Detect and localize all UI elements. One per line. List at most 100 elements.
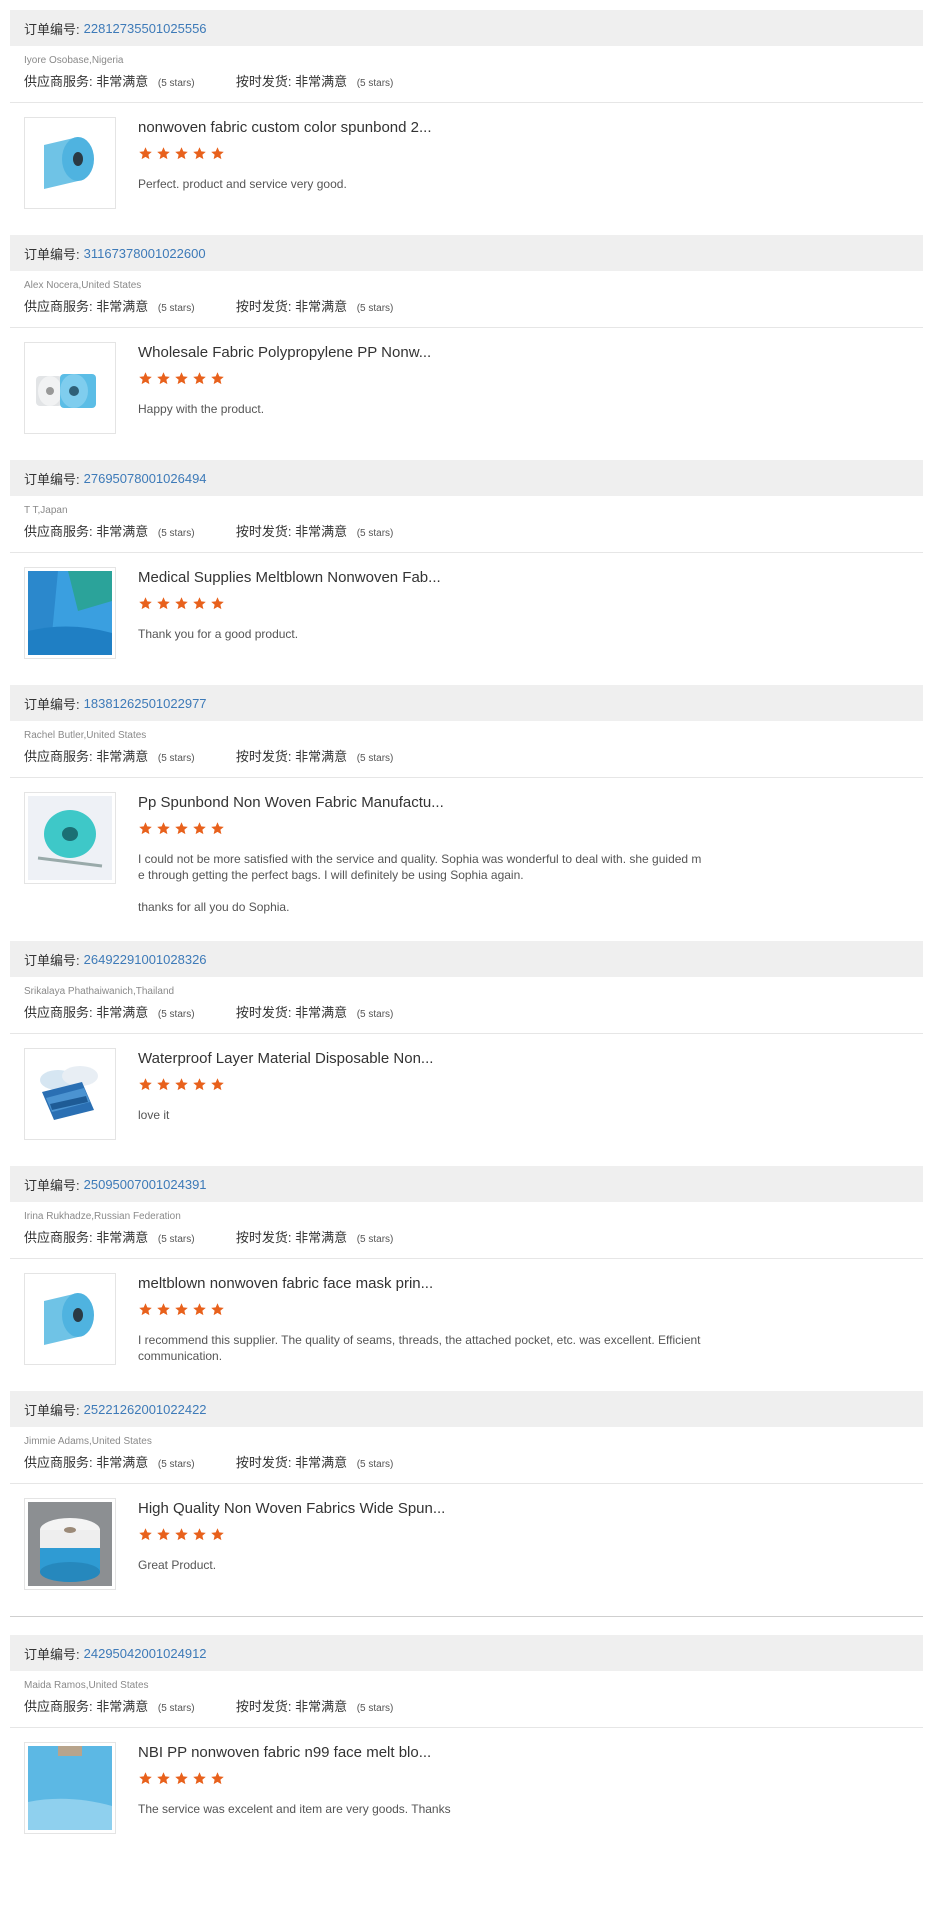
star-icon <box>192 1302 207 1322</box>
buyer-meta: Maida Ramos,United States 供应商服务: 非常满意 (5… <box>10 1671 923 1728</box>
buyer-meta: Irina Rukhadze,Russian Federation 供应商服务:… <box>10 1202 923 1259</box>
review-comment: Perfect. product and service very good. <box>138 177 347 191</box>
supplier-service-label: 供应商服务: <box>24 299 93 314</box>
buyer-meta: T T,Japan 供应商服务: 非常满意 (5 stars) 按时发货: 非常… <box>10 496 923 553</box>
buyer-name-country: Maida Ramos,United States <box>24 1680 149 1691</box>
review-item: 订单编号: 24295042001024912 Maida Ramos,Unit… <box>0 1635 933 1852</box>
ontime-delivery-label: 按时发货: <box>235 74 292 89</box>
supplier-service-label: 供应商服务: <box>24 1230 93 1245</box>
order-number-link[interactable]: 24295042001024912 <box>84 1646 207 1661</box>
product-row: meltblown nonwoven fabric face mask prin… <box>10 1259 923 1383</box>
product-thumbnail[interactable] <box>24 792 116 884</box>
supplier-service-label: 供应商服务: <box>24 1455 93 1470</box>
product-thumbnail[interactable] <box>24 567 116 659</box>
review-comment: Thank you for a good product. <box>138 627 299 641</box>
star-rating <box>138 596 909 616</box>
buyer-name-country: Alex Nocera,United States <box>24 280 142 291</box>
review-item: 订单编号: 26492291001028326 Srikalaya Phatha… <box>0 941 933 1158</box>
supplier-service-label: 供应商服务: <box>24 1699 93 1714</box>
review-item: 订单编号: 25095007001024391 Irina Rukhadze,R… <box>0 1166 933 1383</box>
star-icon <box>192 1077 207 1097</box>
order-header: 订单编号: 25221262001022422 <box>10 1391 923 1427</box>
supplier-service-stars: (5 stars) <box>157 1009 195 1020</box>
product-title-link[interactable]: Waterproof Layer Material Disposable Non… <box>138 1050 909 1067</box>
order-label: 订单编号: <box>24 696 80 712</box>
review-item: 订单编号: 18381262501022977 Rachel Butler,Un… <box>0 685 933 933</box>
order-label: 订单编号: <box>24 246 80 262</box>
order-header: 订单编号: 24295042001024912 <box>10 1635 923 1671</box>
product-title-link[interactable]: Medical Supplies Meltblown Nonwoven Fab.… <box>138 569 909 586</box>
product-title-link[interactable]: Wholesale Fabric Polypropylene PP Nonw..… <box>138 344 909 361</box>
star-icon <box>138 1527 153 1547</box>
product-info: Waterproof Layer Material Disposable Non… <box>138 1048 909 1140</box>
star-icon <box>156 1771 171 1791</box>
star-icon <box>192 821 207 841</box>
product-title-link[interactable]: meltblown nonwoven fabric face mask prin… <box>138 1275 909 1292</box>
order-label: 订单编号: <box>24 21 80 37</box>
order-number-link[interactable]: 26492291001028326 <box>84 952 207 967</box>
product-info: High Quality Non Woven Fabrics Wide Spun… <box>138 1498 909 1590</box>
star-icon <box>192 1527 207 1547</box>
supplier-service-value: 非常满意 <box>96 74 149 89</box>
order-number-link[interactable]: 25095007001024391 <box>84 1177 207 1192</box>
review-comment: The service was excelent and item are ve… <box>138 1802 451 1816</box>
product-info: Medical Supplies Meltblown Nonwoven Fab.… <box>138 567 909 659</box>
product-thumbnail[interactable] <box>24 1498 116 1590</box>
review-item: 订单编号: 27695078001026494 T T,Japan 供应商服务:… <box>0 460 933 677</box>
order-label: 订单编号: <box>24 1646 80 1662</box>
rating-summary: 供应商服务: 非常满意 (5 stars) 按时发货: 非常满意 (5 star… <box>24 71 909 90</box>
ontime-delivery-value: 非常满意 <box>295 749 348 764</box>
product-row: Pp Spunbond Non Woven Fabric Manufactu..… <box>10 778 923 933</box>
order-number-link[interactable]: 18381262501022977 <box>84 696 207 711</box>
ontime-delivery-stars: (5 stars) <box>356 1234 394 1245</box>
buyer-name-country: Srikalaya Phathaiwanich,Thailand <box>24 986 175 997</box>
order-header: 订单编号: 25095007001024391 <box>10 1166 923 1202</box>
rating-summary: 供应商服务: 非常满意 (5 stars) 按时发货: 非常满意 (5 star… <box>24 296 909 315</box>
star-icon <box>138 596 153 616</box>
star-icon <box>174 821 189 841</box>
product-row: NBI PP nonwoven fabric n99 face melt blo… <box>10 1728 923 1852</box>
star-icon <box>210 1527 225 1547</box>
product-thumbnail[interactable] <box>24 1048 116 1140</box>
product-title-link[interactable]: nonwoven fabric custom color spunbond 2.… <box>138 119 909 136</box>
buyer-name-country: Iyore Osobase,Nigeria <box>24 55 124 66</box>
rating-summary: 供应商服务: 非常满意 (5 stars) 按时发货: 非常满意 (5 star… <box>24 746 909 765</box>
product-info: Pp Spunbond Non Woven Fabric Manufactu..… <box>138 792 909 915</box>
buyer-name-country: Irina Rukhadze,Russian Federation <box>24 1211 181 1222</box>
ontime-delivery-label: 按时发货: <box>235 524 292 539</box>
ontime-delivery-label: 按时发货: <box>235 299 292 314</box>
ontime-delivery-label: 按时发货: <box>235 1455 292 1470</box>
star-rating <box>138 821 909 841</box>
product-title-link[interactable]: Pp Spunbond Non Woven Fabric Manufactu..… <box>138 794 909 811</box>
order-label: 订单编号: <box>24 1177 80 1193</box>
order-number-link[interactable]: 31167378001022600 <box>84 246 206 261</box>
rating-summary: 供应商服务: 非常满意 (5 stars) 按时发货: 非常满意 (5 star… <box>24 1227 909 1246</box>
star-icon <box>174 1771 189 1791</box>
star-icon <box>138 371 153 391</box>
review-feed: 订单编号: 22812735501025556 Iyore Osobase,Ni… <box>0 0 933 1852</box>
product-title-link[interactable]: NBI PP nonwoven fabric n99 face melt blo… <box>138 1744 909 1761</box>
product-row: Waterproof Layer Material Disposable Non… <box>10 1034 923 1158</box>
supplier-service-value: 非常满意 <box>96 1230 149 1245</box>
rating-summary: 供应商服务: 非常满意 (5 stars) 按时发货: 非常满意 (5 star… <box>24 521 909 540</box>
supplier-service-label: 供应商服务: <box>24 749 93 764</box>
product-thumbnail[interactable] <box>24 342 116 434</box>
product-thumbnail[interactable] <box>24 1742 116 1834</box>
review-comment: love it <box>138 1108 170 1122</box>
product-thumbnail[interactable] <box>24 1273 116 1365</box>
order-number-link[interactable]: 27695078001026494 <box>84 471 207 486</box>
order-number-link[interactable]: 22812735501025556 <box>84 21 207 36</box>
star-icon <box>174 1527 189 1547</box>
star-icon <box>174 1077 189 1097</box>
star-rating <box>138 146 909 166</box>
review-item: 订单编号: 31167378001022600 Alex Nocera,Unit… <box>0 235 933 452</box>
supplier-service-stars: (5 stars) <box>157 528 195 539</box>
roll-icon <box>30 1279 110 1359</box>
order-header: 订单编号: 26492291001028326 <box>10 941 923 977</box>
product-title-link[interactable]: High Quality Non Woven Fabrics Wide Spun… <box>138 1500 909 1517</box>
order-number-link[interactable]: 25221262001022422 <box>84 1402 207 1417</box>
product-thumbnail[interactable] <box>24 117 116 209</box>
ontime-delivery-label: 按时发货: <box>235 1005 292 1020</box>
star-icon <box>210 596 225 616</box>
review-item: 订单编号: 25221262001022422 Jimmie Adams,Uni… <box>0 1391 933 1608</box>
